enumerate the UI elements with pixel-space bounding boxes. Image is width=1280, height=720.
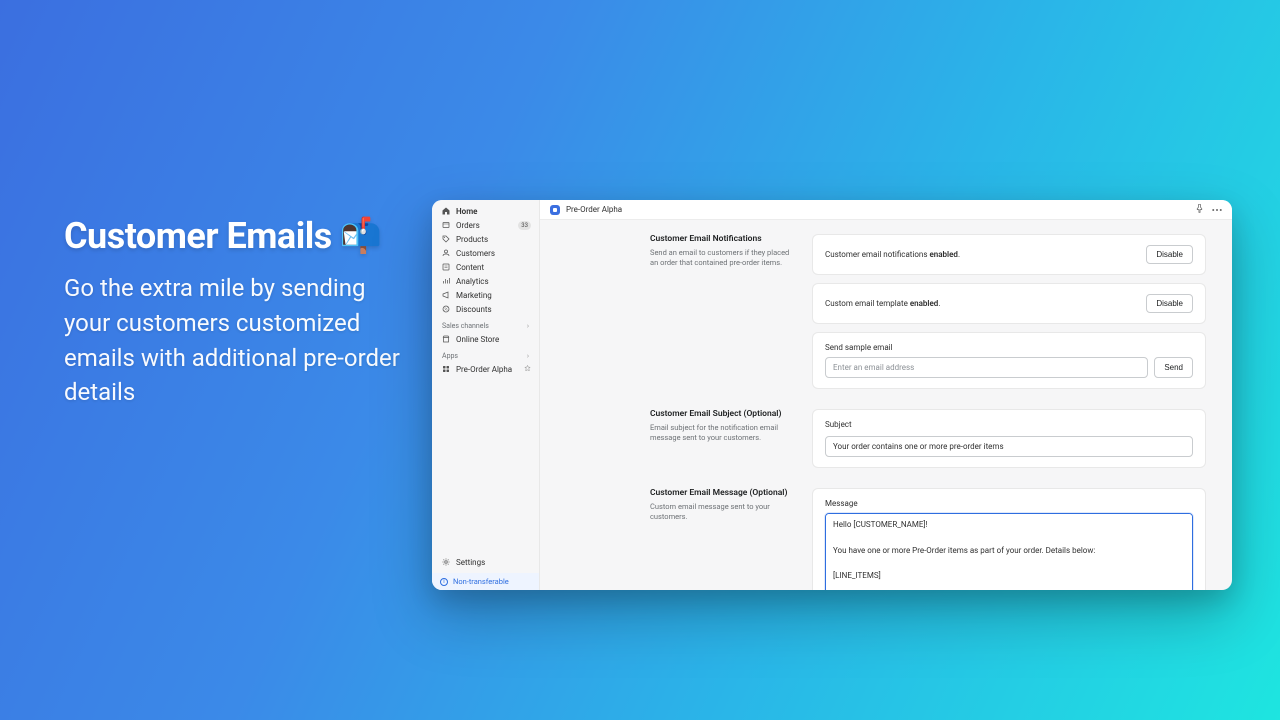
app-badge-icon	[550, 205, 560, 215]
sidebar-item-online-store[interactable]: Online Store	[432, 332, 539, 346]
main-panel: Pre-Order Alpha Customer Email Notificat…	[540, 200, 1232, 590]
orders-icon	[442, 221, 450, 229]
section-title: Customer Email Notifications	[650, 234, 790, 244]
mailbox-icon: 📬	[340, 216, 382, 256]
section-desc: Email subject for the notification email…	[650, 423, 790, 443]
sidebar-footer[interactable]: i Non-transferable	[432, 573, 539, 590]
sidebar-item-content[interactable]: Content	[432, 260, 539, 274]
sidebar-item-customers[interactable]: Customers	[432, 246, 539, 260]
chevron-right-icon: ›	[527, 322, 529, 330]
sidebar-item-products[interactable]: Products	[432, 232, 539, 246]
store-icon	[442, 335, 450, 343]
sidebar-item-analytics[interactable]: Analytics	[432, 274, 539, 288]
subject-input[interactable]	[825, 436, 1193, 457]
sample-email-input[interactable]	[825, 357, 1148, 378]
section-title: Customer Email Subject (Optional)	[650, 409, 790, 419]
chevron-right-icon: ›	[527, 352, 529, 360]
sidebar-heading-sales[interactable]: Sales channels ›	[432, 316, 539, 332]
sidebar-item-label: Orders	[456, 221, 480, 230]
app-window: Home Orders 33 Products Customers	[432, 200, 1232, 590]
section-subject: Customer Email Subject (Optional) Email …	[650, 409, 1206, 468]
disable-notifications-button[interactable]: Disable	[1146, 245, 1193, 264]
status-notifications: Customer email notifications enabled.	[825, 250, 960, 259]
card-template-status: Custom email template enabled. Disable	[812, 283, 1206, 324]
sample-label: Send sample email	[825, 343, 1193, 352]
sidebar-item-preorder-alpha[interactable]: Pre-Order Alpha	[432, 362, 539, 376]
sidebar-item-label: Content	[456, 263, 484, 272]
products-icon	[442, 235, 450, 243]
sidebar-item-label: Discounts	[456, 305, 492, 314]
page-title: Pre-Order Alpha	[566, 205, 1189, 214]
more-icon[interactable]	[1212, 205, 1222, 214]
card-send-sample: Send sample email Send	[812, 332, 1206, 389]
section-message: Customer Email Message (Optional) Custom…	[650, 488, 1206, 590]
sidebar-item-label: Marketing	[456, 291, 492, 300]
card-message: Message	[812, 488, 1206, 590]
card-notifications-status: Customer email notifications enabled. Di…	[812, 234, 1206, 275]
sidebar-item-label: Products	[456, 235, 488, 244]
sidebar-item-discounts[interactable]: Discounts	[432, 302, 539, 316]
pin-icon[interactable]	[1195, 204, 1204, 215]
message-label: Message	[825, 499, 1193, 508]
sidebar-item-marketing[interactable]: Marketing	[432, 288, 539, 302]
sidebar-item-orders[interactable]: Orders 33	[432, 218, 539, 232]
sidebar-item-label: Customers	[456, 249, 495, 258]
info-icon: i	[440, 578, 448, 586]
sidebar-item-label: Settings	[456, 558, 485, 567]
sidebar-item-settings[interactable]: Settings	[432, 555, 539, 569]
customers-icon	[442, 249, 450, 257]
hero-subtitle: Go the extra mile by sending your custom…	[64, 271, 404, 410]
sidebar-item-label: Pre-Order Alpha	[456, 365, 512, 374]
section-title: Customer Email Message (Optional)	[650, 488, 790, 498]
discounts-icon	[442, 305, 450, 313]
hero-section: Customer Emails 📬 Go the extra mile by s…	[64, 215, 404, 410]
hero-title: Customer Emails 📬	[64, 215, 404, 257]
card-subject: Subject	[812, 409, 1206, 468]
home-icon	[442, 207, 450, 215]
content-icon	[442, 263, 450, 271]
section-desc: Custom email message sent to your custom…	[650, 502, 790, 522]
gear-icon	[442, 558, 450, 566]
sidebar-item-home[interactable]: Home	[432, 204, 539, 218]
section-desc: Send an email to customers if they place…	[650, 248, 790, 268]
disable-template-button[interactable]: Disable	[1146, 294, 1193, 313]
section-notifications: Customer Email Notifications Send an ema…	[650, 234, 1206, 389]
subject-label: Subject	[825, 420, 1193, 429]
sidebar: Home Orders 33 Products Customers	[432, 200, 540, 590]
message-textarea[interactable]	[825, 513, 1193, 590]
send-sample-button[interactable]: Send	[1154, 357, 1193, 378]
status-template: Custom email template enabled.	[825, 299, 940, 308]
app-icon	[442, 365, 450, 373]
sidebar-item-label: Online Store	[456, 335, 499, 344]
sidebar-item-label: Analytics	[456, 277, 489, 286]
marketing-icon	[442, 291, 450, 299]
orders-badge: 33	[518, 221, 531, 230]
analytics-icon	[442, 277, 450, 285]
pin-icon	[524, 365, 531, 374]
sidebar-heading-apps[interactable]: Apps ›	[432, 346, 539, 362]
topbar: Pre-Order Alpha	[540, 200, 1232, 220]
sidebar-item-label: Home	[456, 207, 477, 216]
content-area: Customer Email Notifications Send an ema…	[540, 220, 1232, 590]
